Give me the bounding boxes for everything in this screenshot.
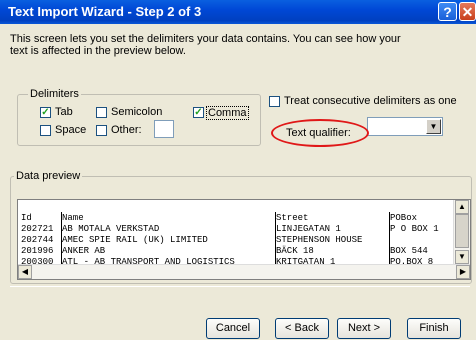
treat-consecutive-label: Treat consecutive delimiters as one — [284, 95, 457, 107]
preview-cell: 202721 — [21, 224, 54, 234]
preview-cell: 201996 — [21, 246, 54, 256]
annotation-highlight-oval — [271, 119, 369, 147]
vertical-scroll-thumb[interactable] — [455, 214, 469, 248]
preview-header-row: Id Name Street POBox — [21, 213, 417, 224]
delimiters-group — [17, 94, 261, 146]
preview-header-id: Id — [21, 213, 32, 223]
preview-cell: AB MOTALA VERKSTAD — [62, 224, 160, 234]
close-button[interactable]: ✕ — [459, 2, 476, 21]
column-break-line[interactable] — [61, 212, 62, 266]
tab-checkbox[interactable]: ✓ — [40, 107, 51, 118]
scroll-down-icon[interactable]: ▼ — [455, 250, 469, 264]
delimiters-legend: Delimiters — [28, 88, 81, 100]
back-button[interactable]: < Back — [275, 318, 329, 339]
preview-cell: LINJEGATAN 1 — [276, 224, 341, 234]
preview-cell: ANKER AB — [62, 246, 106, 256]
preview-cell: BOX 544 — [390, 246, 428, 256]
scroll-up-icon[interactable]: ▲ — [455, 200, 469, 214]
text-import-wizard-dialog: Text Import Wizard - Step 2 of 3 ? ✕ Thi… — [0, 0, 476, 340]
tab-label: Tab — [55, 106, 73, 118]
preview-cell: 202744 — [21, 235, 54, 245]
data-preview-legend: Data preview — [14, 170, 83, 182]
title-bar[interactable]: Text Import Wizard - Step 2 of 3 ? ✕ — [0, 0, 476, 24]
preview-row: 201996 ANKER AB BÄCK 18 BOX 544 — [21, 246, 428, 257]
help-button[interactable]: ? — [438, 2, 457, 21]
preview-row: 202744 AMEC SPIE RAIL (UK) LIMITED STEPH… — [21, 235, 362, 246]
preview-cell: BÄCK 18 — [276, 246, 314, 256]
scroll-right-icon[interactable]: ▶ — [456, 265, 470, 279]
semicolon-checkbox[interactable] — [96, 107, 107, 118]
preview-header-street: Street — [276, 213, 309, 223]
preview-header-pobox: POBox — [390, 213, 418, 223]
scroll-left-icon[interactable]: ◀ — [18, 265, 32, 279]
chevron-down-icon[interactable]: ▼ — [426, 119, 441, 134]
vertical-scrollbar[interactable]: ▲ ▼ — [453, 200, 470, 264]
other-checkbox[interactable] — [96, 125, 107, 136]
other-delimiter-input[interactable] — [154, 120, 174, 138]
preview-cell: P O BOX 1 — [390, 224, 439, 234]
semicolon-label: Semicolon — [111, 106, 163, 118]
preview-grid: Id Name Street POBox 202721 AB MOTALA VE… — [21, 213, 439, 268]
next-button[interactable]: Next > — [337, 318, 391, 339]
column-break-line[interactable] — [275, 212, 276, 266]
text-qualifier-select[interactable]: ▼ — [367, 117, 443, 136]
divider — [10, 286, 470, 287]
data-preview-pane[interactable]: Id Name Street POBox 202721 AB MOTALA VE… — [17, 199, 471, 280]
other-label: Other: — [111, 124, 142, 136]
horizontal-scrollbar[interactable]: ◀ ▶ — [18, 264, 470, 279]
comma-checkbox[interactable]: ✓ — [193, 107, 204, 118]
preview-row: 202721 AB MOTALA VERKSTAD LINJEGATAN 1 P… — [21, 224, 439, 235]
preview-cell: STEPHENSON HOUSE — [276, 235, 363, 245]
space-label: Space — [55, 124, 87, 136]
window-title: Text Import Wizard - Step 2 of 3 — [8, 4, 202, 19]
finish-button[interactable]: Finish — [407, 318, 461, 339]
preview-header-name: Name — [62, 213, 84, 223]
preview-cell: AMEC SPIE RAIL (UK) LIMITED — [62, 235, 208, 245]
comma-label: Comma — [206, 106, 249, 120]
treat-consecutive-checkbox[interactable] — [269, 96, 280, 107]
cancel-button[interactable]: Cancel — [206, 318, 260, 339]
column-break-line[interactable] — [389, 212, 390, 266]
description-text: This screen lets you set the delimiters … — [10, 33, 401, 57]
space-checkbox[interactable] — [40, 125, 51, 136]
